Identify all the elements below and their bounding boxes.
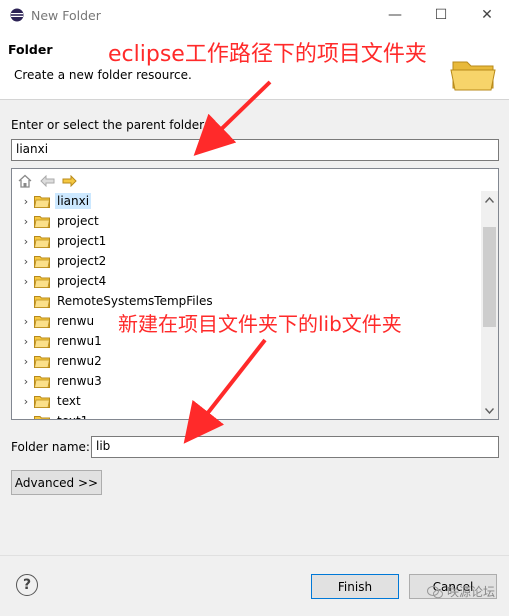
folder-tree[interactable]: › lianxi › project › project1 › project2… (11, 168, 499, 420)
tree-item-project1[interactable]: › project1 (12, 231, 482, 251)
chevron-right-icon[interactable]: › (12, 255, 34, 268)
eclipse-icon (10, 8, 24, 22)
tree-item-label: renwu2 (57, 354, 102, 368)
parent-folder-input[interactable]: lianxi (11, 139, 499, 161)
tree-item-project[interactable]: › project (12, 211, 482, 231)
tree-item-label: lianxi (55, 193, 92, 209)
parent-folder-label: Enter or select the parent folder: (11, 118, 208, 132)
tree-item-renwu2[interactable]: › renwu2 (12, 351, 482, 371)
tree-item-label: project (57, 214, 99, 228)
tree-item-text[interactable]: › text (12, 391, 482, 411)
folder-icon (34, 335, 50, 348)
bottom-separator (0, 555, 509, 556)
folder-icon (34, 415, 50, 419)
scroll-down-button[interactable] (481, 402, 498, 419)
home-icon (18, 174, 32, 188)
tree-item-label: project2 (57, 254, 107, 268)
chevron-right-icon[interactable]: › (12, 235, 34, 248)
home-button[interactable] (16, 173, 34, 189)
chevron-right-icon[interactable]: › (12, 215, 34, 228)
tree-item-label: renwu3 (57, 374, 102, 388)
header-title: Folder (8, 42, 53, 57)
folder-name-label: Folder name: (11, 440, 90, 454)
minimize-button[interactable]: — (380, 4, 410, 26)
finish-button[interactable]: Finish (311, 574, 399, 599)
tree-list: › lianxi › project › project1 › project2… (12, 191, 482, 420)
tree-item-project4[interactable]: › project4 (12, 271, 482, 291)
folder-icon (34, 235, 50, 248)
annotation-top: eclipse工作路径下的项目文件夹 (108, 42, 427, 67)
chevron-right-icon[interactable]: › (12, 315, 34, 328)
tree-item-label: renwu1 (57, 334, 102, 348)
tree-item-text1[interactable]: › text1 (12, 411, 482, 420)
annotation-middle: 新建在项目文件夹下的lib文件夹 (118, 312, 402, 336)
folder-icon (34, 375, 50, 388)
chevron-right-icon[interactable]: › (12, 195, 34, 208)
tree-item-label: text (57, 394, 81, 408)
folder-icon (34, 215, 50, 228)
header-description: Create a new folder resource. (14, 68, 192, 82)
folder-icon (34, 395, 50, 408)
watermark: 咲源论坛 (426, 583, 495, 600)
maximize-button[interactable]: ☐ (426, 4, 456, 26)
wechat-icon (426, 585, 443, 598)
arrow-right-icon (62, 175, 77, 187)
arrow-left-icon (39, 175, 54, 187)
chevron-up-icon (485, 196, 494, 203)
chevron-right-icon[interactable]: › (12, 335, 34, 348)
folder-banner-icon (450, 61, 496, 91)
title-bar: New Folder — ☐ ✕ (0, 0, 509, 30)
advanced-button[interactable]: Advanced >> (11, 470, 102, 495)
back-button[interactable] (38, 173, 56, 189)
chevron-right-icon[interactable]: › (12, 415, 34, 420)
folder-icon (34, 315, 50, 328)
help-icon[interactable]: ? (16, 574, 38, 596)
tree-item-label: project4 (57, 274, 107, 288)
forward-button[interactable] (60, 173, 78, 189)
tree-item-label: project1 (57, 234, 107, 248)
watermark-text: 咲源论坛 (446, 585, 495, 599)
folder-icon (34, 195, 50, 208)
folder-icon (34, 255, 50, 268)
chevron-down-icon (485, 407, 494, 414)
tree-item-label: renwu (57, 314, 95, 328)
folder-icon (34, 355, 50, 368)
tree-item-label: text1 (55, 413, 90, 419)
tree-scrollbar[interactable] (481, 191, 498, 419)
scroll-up-button[interactable] (481, 191, 498, 208)
tree-item-renwu3[interactable]: › renwu3 (12, 371, 482, 391)
scroll-thumb[interactable] (483, 227, 496, 327)
chevron-right-icon[interactable]: › (12, 355, 34, 368)
chevron-right-icon[interactable]: › (12, 375, 34, 388)
tree-toolbar (16, 173, 78, 191)
chevron-right-icon[interactable]: › (12, 275, 34, 288)
chevron-right-icon[interactable]: › (12, 395, 34, 408)
folder-icon (34, 295, 50, 308)
tree-item-label: RemoteSystemsTempFiles (57, 294, 213, 308)
tree-item-lianxi[interactable]: › lianxi (12, 191, 482, 211)
tree-item-project2[interactable]: › project2 (12, 251, 482, 271)
folder-name-input[interactable]: lib (91, 436, 499, 458)
folder-icon (34, 275, 50, 288)
window-title: New Folder (31, 8, 101, 23)
close-button[interactable]: ✕ (472, 4, 502, 26)
